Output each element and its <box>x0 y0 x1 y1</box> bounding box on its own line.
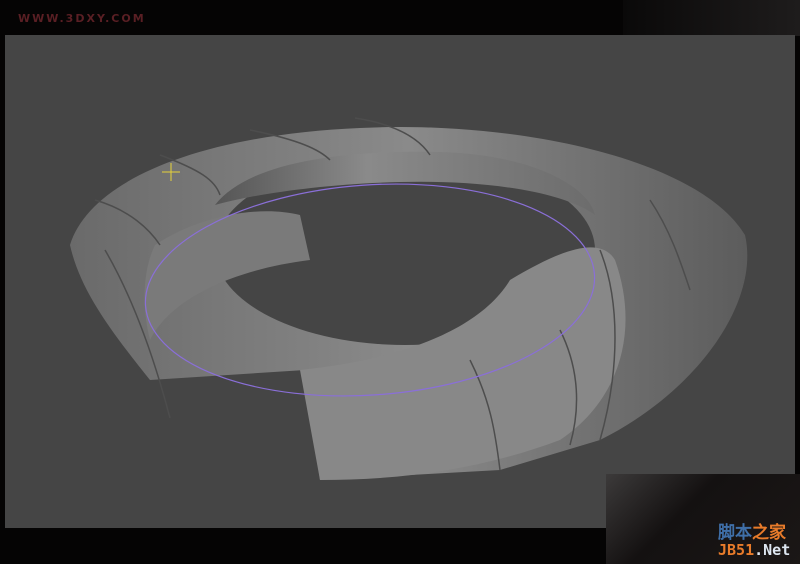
screenshot: WWW.3DXY.COM 脚本之家 JB51.Net <box>0 0 800 564</box>
watermark-jb51-cn: 脚本之家 <box>718 523 786 543</box>
watermark-jb51-net: JB51.Net <box>718 541 791 559</box>
